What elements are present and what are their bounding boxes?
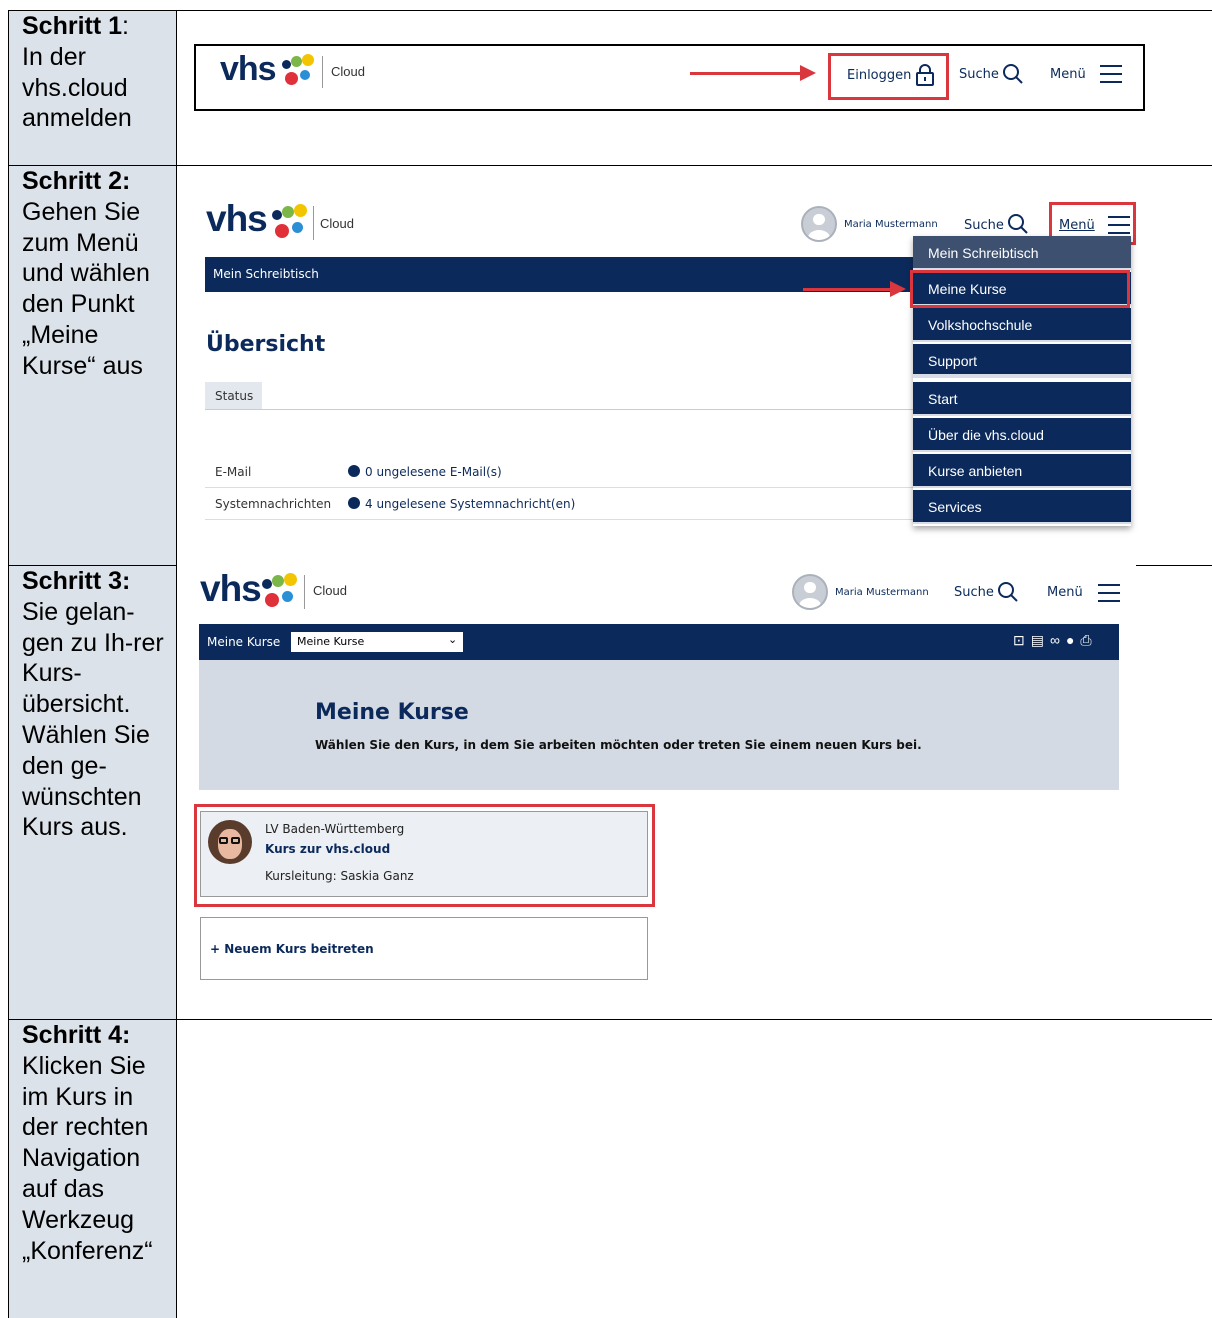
course-name-link[interactable]: Kurs zur vhs.cloud <box>265 842 390 856</box>
arrow-icon <box>803 288 895 291</box>
arrow-circle-icon <box>348 497 360 509</box>
search-icon[interactable] <box>1007 213 1029 235</box>
search-icon[interactable] <box>997 581 1019 603</box>
dropdown-menu: Mein Schreibtisch Meine Kurse Volkshochs… <box>910 236 1131 526</box>
step-3-text: Schritt 3: Sie gelan-gen zu Ih-rer Kurs-… <box>22 566 172 843</box>
login-button-label: Einloggen <box>847 68 912 83</box>
status-tab[interactable]: Status <box>205 382 262 409</box>
row-divider <box>1136 565 1212 566</box>
hamburger-icon[interactable] <box>1100 65 1122 89</box>
join-course-card[interactable]: + Neuem Kurs beitreten <box>200 917 648 980</box>
menu-link: Menü <box>1059 218 1095 233</box>
hero-panel: Meine Kurse Wählen Sie den Kurs, in dem … <box>199 660 1119 790</box>
arrow-head-icon <box>800 65 816 81</box>
menu-item-about[interactable]: Über die vhs.cloud <box>913 418 1131 452</box>
row-value-link[interactable]: 0 ungelesene E-Mail(s) <box>365 465 502 479</box>
step-4-text: Schritt 4: Klicken Sie im Kurs in der re… <box>22 1020 172 1266</box>
row-label: Systemnachrichten <box>215 497 332 511</box>
step-description: Klicken Sie im Kurs in der rechten Navig… <box>22 1051 153 1265</box>
toolbar-icons: ⊡▤∞●⎙ <box>1013 632 1098 649</box>
status-row-system: Systemnachrichten 4 ungelesene Systemnac… <box>205 489 915 520</box>
avatar[interactable] <box>801 206 837 242</box>
row-value-link[interactable]: 4 ungelesene Systemnachricht(en) <box>365 497 575 511</box>
logo-dots-icon <box>262 573 298 609</box>
menu-item-support[interactable]: Support <box>913 344 1131 378</box>
notes-icon[interactable]: ▤ <box>1031 632 1050 648</box>
menu-item-desk[interactable]: Mein Schreibtisch <box>913 236 1131 270</box>
arrow-icon <box>690 72 810 75</box>
divider <box>205 409 915 410</box>
menu-item-vhs[interactable]: Volkshochschule <box>913 308 1131 342</box>
teacher-avatar <box>208 820 252 864</box>
course-org: LV Baden-Württemberg <box>265 822 405 836</box>
print-icon[interactable]: ⎙ <box>1080 632 1097 648</box>
menu-item-start[interactable]: Start <box>913 382 1131 416</box>
search-link[interactable]: Suche <box>959 67 999 82</box>
step-title: Schritt 3: <box>22 567 131 595</box>
step-title: Schritt 4: <box>22 1021 131 1049</box>
course-card[interactable]: LV Baden-Württemberg Kurs zur vhs.cloud … <box>200 811 648 897</box>
course-nav-bar: Meine Kurse Meine Kurse ⌄ ⊡▤∞●⎙ <box>199 624 1119 660</box>
search-link[interactable]: Suche <box>964 218 1004 233</box>
step-description: In der vhs.cloud anmelden <box>22 42 132 133</box>
menu-item-offer-courses[interactable]: Kurse anbieten <box>913 454 1131 488</box>
link-icon[interactable]: ∞ <box>1050 632 1066 648</box>
vhs-logo: vhs <box>206 198 268 239</box>
screenshot-my-courses: vhs Cloud Maria Mustermann Suche Menü Me… <box>194 568 1124 983</box>
menu-item-services[interactable]: Services <box>913 490 1131 524</box>
screenshot-login-header: vhs Cloud Einloggen Suche Menü <box>194 44 1145 111</box>
product-name: Cloud <box>320 216 354 231</box>
row-divider <box>8 10 1212 11</box>
step-description: Sie gelan-gen zu Ih-rer Kurs-übersicht. … <box>22 597 164 842</box>
product-name: Cloud <box>313 583 347 598</box>
step-1-text: Schritt 1: In der vhs.cloud anmelden <box>22 12 132 133</box>
arrow-head-icon <box>890 281 906 297</box>
row-divider <box>8 165 1212 166</box>
screenshot-dashboard: vhs Cloud Maria Mustermann Suche Menü Me… <box>196 196 1142 536</box>
arrow-circle-icon <box>348 465 360 477</box>
course-select[interactable]: Meine Kurse ⌄ <box>291 632 463 652</box>
product-name: Cloud <box>331 64 365 79</box>
hamburger-icon[interactable] <box>1098 584 1120 608</box>
step-title: Schritt 2: <box>22 167 131 195</box>
lock-icon <box>916 64 934 86</box>
join-course-link[interactable]: + Neuem Kurs beitreten <box>210 942 374 956</box>
page-title: Meine Kurse <box>315 700 469 725</box>
login-button-highlight[interactable]: Einloggen <box>828 53 949 100</box>
vhs-logo: vhs <box>220 50 277 88</box>
my-courses-highlight <box>910 270 1130 308</box>
avatar[interactable] <box>792 574 828 610</box>
user-name[interactable]: Maria Mustermann <box>835 587 929 598</box>
search-icon[interactable] <box>1002 63 1024 85</box>
help-icon[interactable]: ● <box>1066 632 1080 648</box>
share-icon[interactable]: ⊡ <box>1013 632 1031 648</box>
page-title: Übersicht <box>206 332 326 357</box>
step-2-text: Schritt 2: Gehen Sie zum Menü und wählen… <box>22 166 172 382</box>
logo-dots-icon <box>282 54 316 88</box>
status-row-email: E-Mail 0 ungelesene E-Mail(s) <box>205 457 915 488</box>
row-label: E-Mail <box>215 465 252 479</box>
course-lead: Kursleitung: Saskia Ganz <box>265 869 414 883</box>
chevron-down-icon: ⌄ <box>448 634 458 646</box>
nav-label: Meine Kurse <box>207 635 281 649</box>
logo-dots-icon <box>272 204 308 240</box>
search-link[interactable]: Suche <box>954 585 994 600</box>
user-name[interactable]: Maria Mustermann <box>844 219 938 230</box>
menu-link[interactable]: Menü <box>1050 67 1086 82</box>
desk-bar: Mein Schreibtisch <box>205 257 921 292</box>
vhs-logo: vhs <box>200 568 262 609</box>
step-title: Schritt 1 <box>22 12 123 40</box>
page-subtitle: Wählen Sie den Kurs, in dem Sie arbeiten… <box>315 738 922 752</box>
menu-link[interactable]: Menü <box>1047 585 1083 600</box>
row-divider <box>8 1019 1212 1020</box>
step-description: Gehen Sie zum Menü und wählen den Punkt … <box>22 197 150 380</box>
